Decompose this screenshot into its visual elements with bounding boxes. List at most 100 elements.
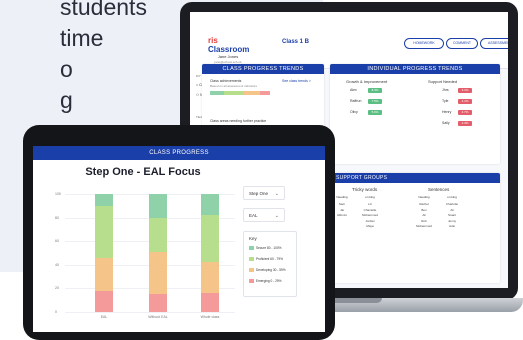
chevron-down-icon: ⌄ [274, 191, 279, 197]
column-subheader: Needing [418, 195, 430, 199]
gridline [65, 312, 235, 313]
student-name: Sally [442, 121, 450, 125]
student-name: Alex [350, 88, 357, 92]
user-name: Jane Jones [217, 54, 239, 59]
key-swatch [249, 257, 254, 262]
key-label: Proficient 60 - 79% [256, 257, 283, 261]
bar-segment-secure [149, 194, 167, 218]
y-tick-label: 100 [55, 192, 61, 196]
bar-segment-emerging [95, 290, 113, 312]
column-subheader: Needing [336, 195, 348, 199]
key-item: Proficient 60 - 79% [249, 257, 283, 262]
support-badge: 2.3% [458, 121, 472, 126]
bar-segment-emerging [149, 294, 167, 312]
key-label: Secure 80 - 100% [256, 246, 282, 250]
tablet-header: CLASS PROGRESS [33, 146, 325, 160]
group-member: Charlotte [445, 202, 459, 206]
growth-header: Growth & Improvement [346, 79, 388, 84]
sentences-header: Sentences [428, 187, 450, 192]
key-swatch [249, 279, 254, 284]
marketing-line: time [60, 25, 104, 51]
bar-segment-secure [95, 194, 113, 206]
x-tick-label: Without EAL [148, 315, 168, 319]
student-name: Jhrs [442, 88, 449, 92]
assessment-button[interactable]: ASSESSMENT [480, 38, 508, 49]
group-member: Ali [450, 207, 454, 212]
key-item: Secure 80 - 100% [249, 246, 282, 251]
growth-badge: 5.0% [368, 110, 382, 115]
column-subheader: on king [365, 195, 375, 199]
class-progress-card: CLASS PROGRESS TRENDS Class achievements… [202, 64, 324, 134]
student-name: Tyle [442, 99, 449, 103]
x-tick-label: Whole class [200, 315, 220, 319]
group-member: Maya [366, 224, 374, 228]
bar-segment-emerging [201, 293, 219, 312]
support-badge: 3.1% [458, 88, 472, 93]
key-item: Emerging 0 - 29% [249, 279, 282, 284]
group-member: Chantelle [363, 207, 377, 212]
bar-segment-developing [95, 257, 113, 291]
group-member: Mohammed [416, 224, 432, 228]
bar-segment [224, 91, 244, 95]
key-swatch [249, 246, 254, 251]
achievements-bar [210, 91, 270, 95]
y-tick-label: 0 [55, 310, 57, 314]
comment-button[interactable]: COMMENT [446, 38, 478, 49]
bar-segment [244, 91, 260, 95]
x-tick-label: EAL [100, 315, 108, 319]
marketing-line: students [60, 0, 147, 20]
support-badge: 4.7% [458, 110, 472, 115]
bar-segment-developing [201, 262, 219, 294]
areas-label: Class areas needing further practice [210, 119, 267, 123]
y-tick-label: 80 [55, 215, 59, 220]
support-badge: 4.1% [458, 99, 472, 104]
group-member: Rob [421, 218, 427, 223]
bar-segment-developing [149, 251, 167, 295]
y-tick-label: 20 [55, 286, 59, 291]
marketing-line: o [60, 56, 73, 82]
group-member: Jai [340, 207, 344, 212]
marketing-line: g [60, 87, 73, 113]
card-header: INDIVIDUAL PROGRESS TRENDS [330, 64, 500, 74]
group-member: Ben [421, 207, 427, 212]
group-member: Julie [448, 224, 456, 228]
student-name: Olivy [350, 110, 358, 114]
group-member: Jenny [447, 218, 456, 223]
bar-segment [210, 91, 224, 95]
group-member: Stuart [447, 213, 456, 217]
group-member: Jordan [365, 218, 375, 223]
support-header: Support Needed [428, 79, 458, 84]
student-name: Henry [442, 110, 452, 114]
stacked-bar-chart: 100 80 60 40 20 0 EAL Without EAL Whole class [51, 188, 239, 323]
bar-segment-proficient [201, 215, 219, 263]
achievements-sub: Based on all assessment indicators [210, 84, 258, 88]
class-trends-link[interactable]: See class trends > [282, 79, 311, 83]
key-item: Developing 30 - 59% [249, 268, 286, 273]
achievements-label: Class achievements [210, 79, 242, 83]
y-tick-label: 40 [55, 262, 59, 267]
key-label: Developing 30 - 59% [256, 268, 286, 272]
group-dropdown[interactable]: EAL ⌄ [243, 208, 285, 222]
bar-segment-proficient [149, 217, 167, 252]
y-tick-label: 60 [55, 239, 59, 244]
homework-button[interactable]: HOMEWORK [404, 38, 444, 49]
bar-segment-proficient [95, 205, 113, 258]
topbar: Class 1 B HOMEWORK COMMENT ASSESSMENT [264, 12, 508, 69]
key-label: Emerging 0 - 29% [256, 279, 282, 283]
group-member: Rachel [419, 202, 429, 206]
key-title: Key [249, 236, 257, 241]
bar-segment [260, 91, 270, 95]
group-member: Alfonzo [336, 213, 347, 217]
bar-segment-secure [201, 194, 219, 216]
group-member: Mohammed [362, 213, 378, 217]
growth-badge: 8.3% [368, 88, 382, 93]
app-logo: ris Classroom [208, 36, 250, 54]
chevron-down-icon: ⌄ [274, 213, 279, 219]
growth-badge: 7.5% [368, 99, 382, 104]
column-subheader: on king [447, 195, 457, 199]
student-name: Raffrun [350, 99, 362, 103]
group-member: Liz [368, 202, 372, 206]
step-dropdown[interactable]: Step One ⌄ [243, 186, 285, 200]
key-swatch [249, 268, 254, 273]
group-member: Sam [338, 202, 346, 206]
